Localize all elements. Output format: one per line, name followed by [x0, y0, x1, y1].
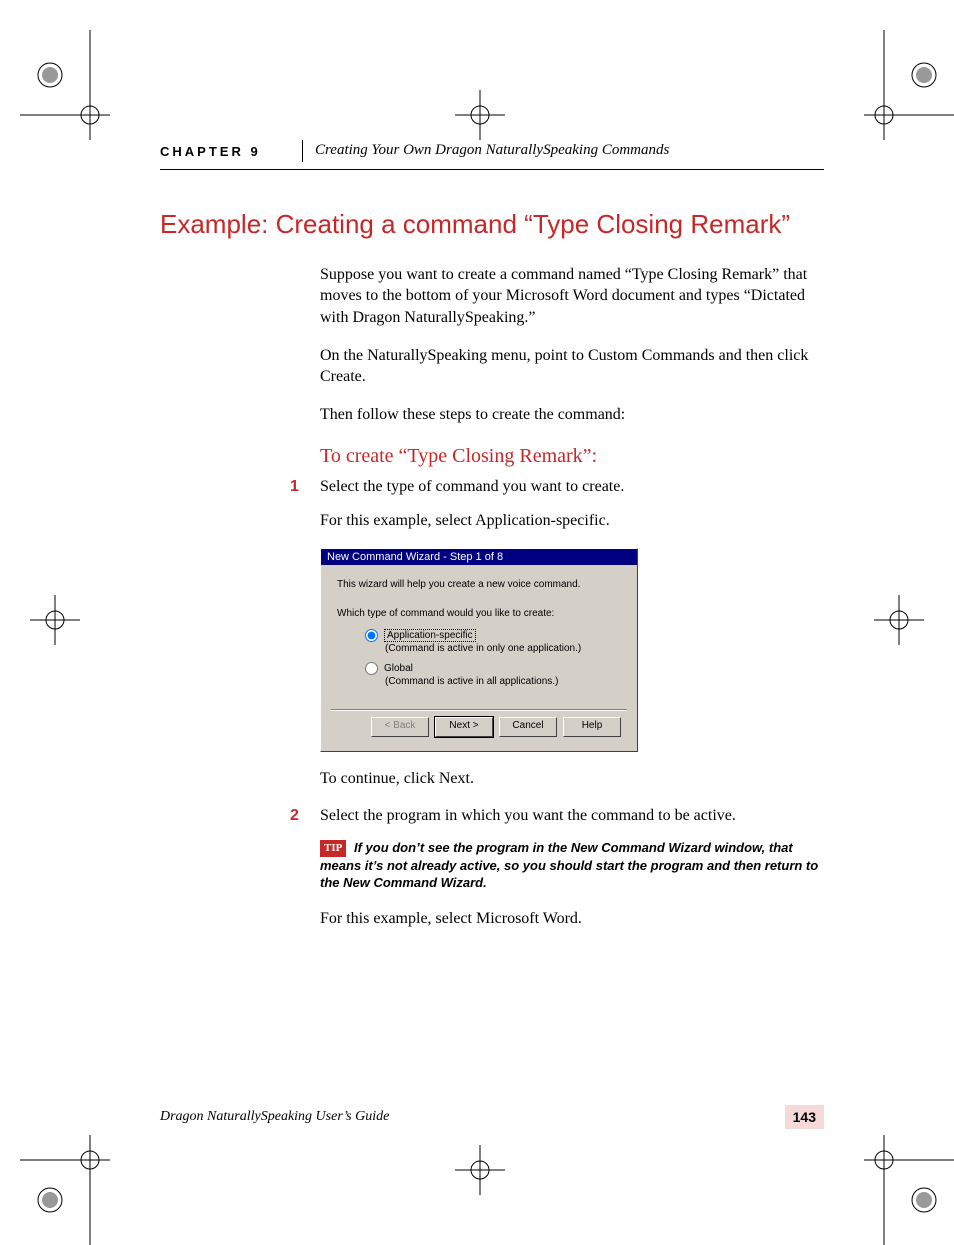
step-subtext: For this example, select Application-spe…: [320, 510, 824, 532]
crop-mark-icon: [20, 1135, 90, 1205]
footer-guide-title: Dragon NaturallySpeaking User’s Guide: [160, 1109, 389, 1125]
dialog-intro: This wizard will help you create a new v…: [337, 579, 621, 590]
radio-input[interactable]: [365, 662, 378, 675]
body-column: Suppose you want to create a command nam…: [320, 264, 824, 929]
radio-option[interactable]: Application-specific: [365, 629, 621, 642]
dialog-titlebar: New Command Wizard - Step 1 of 8: [321, 549, 637, 565]
step-text: Select the type of command you want to c…: [320, 478, 624, 495]
dialog-body: This wizard will help you create a new v…: [321, 565, 637, 751]
step-number: 1: [290, 476, 299, 498]
crop-mark-icon: [864, 585, 934, 655]
tip-badge: TIP: [320, 840, 346, 857]
crop-mark-icon: [864, 30, 934, 100]
radio-description: (Command is active in all applications.): [385, 676, 621, 687]
step-text: Select the program in which you want the…: [320, 807, 736, 824]
dialog-button-row: < Back Next > Cancel Help: [337, 717, 621, 743]
radio-description: (Command is active in only one applicati…: [385, 643, 621, 654]
cancel-button[interactable]: Cancel: [499, 717, 557, 737]
header-rule: [160, 169, 824, 170]
step-item: 1 Select the type of command you want to…: [320, 476, 824, 498]
next-button[interactable]: Next >: [435, 717, 493, 737]
help-button[interactable]: Help: [563, 717, 621, 737]
page-number: 143: [785, 1105, 824, 1129]
step-number: 2: [290, 805, 299, 827]
sub-heading: To create “Type Closing Remark”:: [320, 445, 824, 468]
page-footer: Dragon NaturallySpeaking User’s Guide 14…: [160, 1105, 824, 1129]
dialog-question: Which type of command would you like to …: [337, 608, 621, 619]
tip-block: TIP If you don’t see the program in the …: [320, 839, 824, 892]
chapter-title: Creating Your Own Dragon NaturallySpeaki…: [315, 142, 824, 159]
back-button[interactable]: < Back: [371, 717, 429, 737]
paragraph: On the NaturallySpeaking menu, point to …: [320, 345, 824, 388]
paragraph: Suppose you want to create a command nam…: [320, 264, 824, 329]
paragraph: Then follow these steps to create the co…: [320, 404, 824, 426]
page-content: CHAPTER 9 Creating Your Own Dragon Natur…: [160, 140, 824, 945]
radio-input[interactable]: [365, 629, 378, 642]
dialog-window: New Command Wizard - Step 1 of 8 This wi…: [320, 548, 638, 752]
header-divider: [302, 140, 303, 162]
radio-option[interactable]: Global: [365, 662, 621, 675]
radio-label: Global: [384, 663, 413, 674]
page-header: CHAPTER 9 Creating Your Own Dragon Natur…: [160, 140, 824, 165]
radio-label: Application-specific: [384, 629, 476, 642]
crop-mark-icon: [864, 1135, 934, 1205]
dialog-separator: [331, 709, 627, 711]
paragraph: To continue, click Next.: [320, 768, 824, 790]
section-title: Example: Creating a command “Type Closin…: [160, 210, 824, 240]
crop-mark-icon: [20, 30, 90, 100]
step-subtext: For this example, select Microsoft Word.: [320, 908, 824, 930]
crop-mark-icon: [445, 1135, 515, 1205]
step-item: 2 Select the program in which you want t…: [320, 805, 824, 827]
tip-text: If you don’t see the program in the New …: [320, 840, 818, 890]
crop-mark-icon: [20, 585, 90, 655]
chapter-label: CHAPTER 9: [160, 144, 290, 159]
